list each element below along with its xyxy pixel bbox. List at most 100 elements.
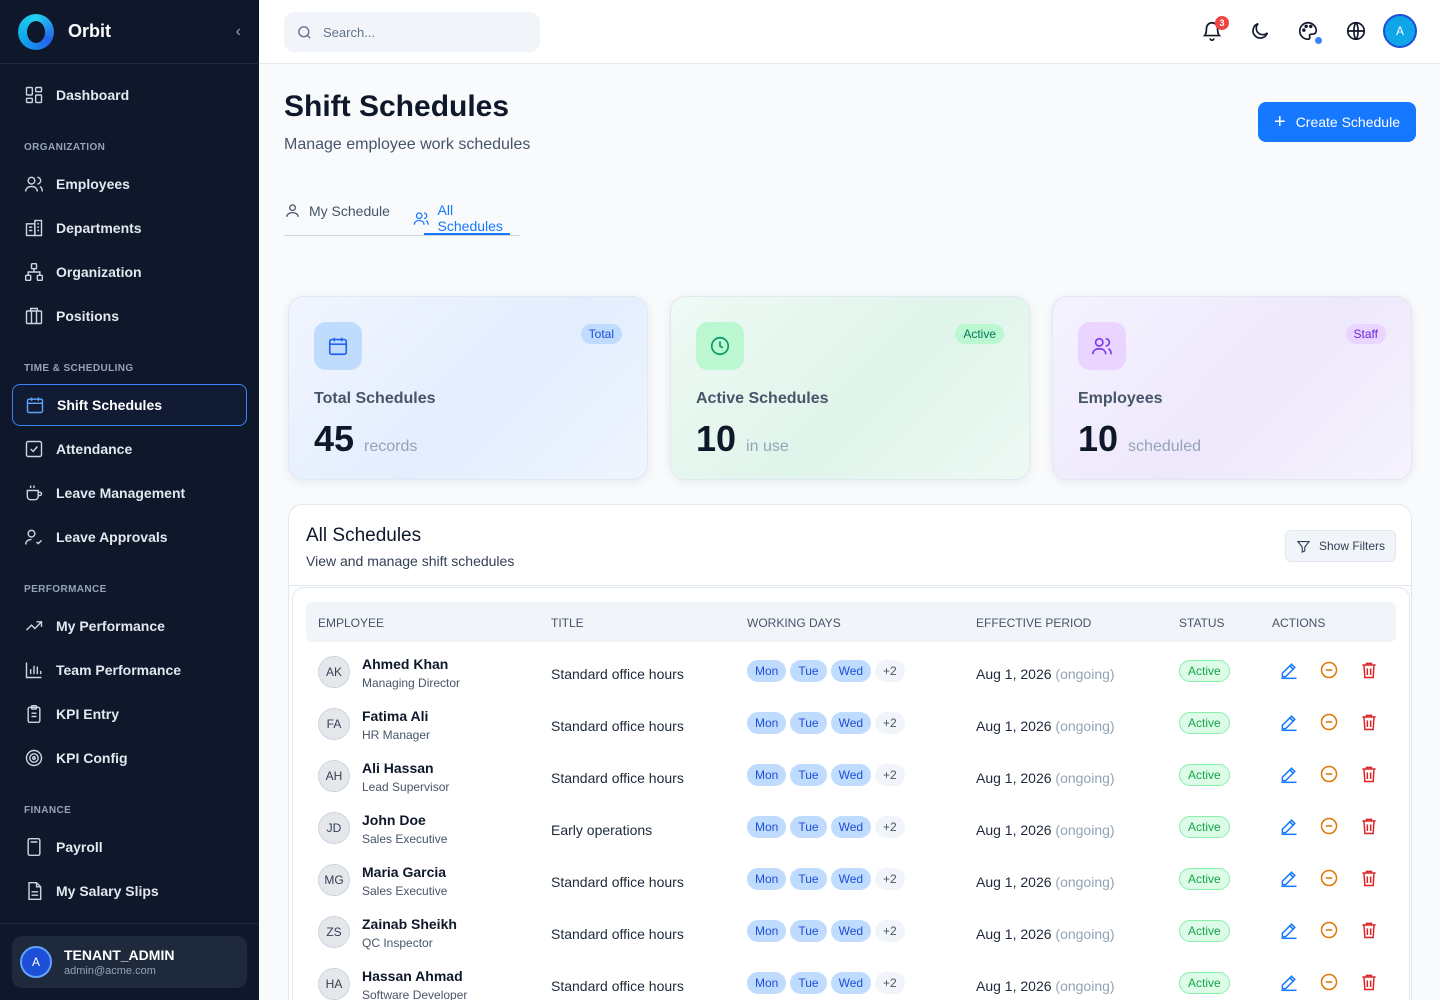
table-row: AH Ali Hassan Lead Supervisor Standard offi… [306,752,1396,804]
sidebar-item-my-performance[interactable]: My Performance [12,605,247,647]
employee-role: Software Developer [362,988,468,1000]
status-badge: Active [1179,712,1230,734]
period-note: (ongoing) [1055,874,1115,890]
tab-all-schedules[interactable]: All Schedules [413,202,520,234]
sidebar-item-payroll[interactable]: Payroll [12,826,247,868]
deactivate-icon[interactable] [1319,920,1339,940]
edit-icon[interactable] [1279,764,1299,784]
edit-icon[interactable] [1279,972,1299,992]
notifications-button[interactable]: 3 [1201,16,1229,44]
theme-toggle-button[interactable] [1249,20,1273,44]
sidebar-item-attendance[interactable]: Attendance [12,428,247,470]
stat-number: 45 [314,418,355,459]
deactivate-icon[interactable] [1319,764,1339,784]
edit-icon[interactable] [1279,920,1299,940]
delete-icon[interactable] [1359,920,1379,940]
column-header-title[interactable]: TITLE [551,616,584,630]
table-row: ZS Zainab Sheikh QC Inspector Standard offi… [306,908,1396,960]
user-avatar-button[interactable]: A [1383,14,1417,48]
bar-chart-icon [25,662,42,679]
brand: Orbit ‹ [0,0,259,64]
tab-label: My Schedule [309,202,390,219]
create-schedule-button[interactable]: + Create Schedule [1258,102,1416,142]
table-subtitle: View and manage shift schedules [306,553,515,569]
deactivate-icon[interactable] [1319,660,1339,680]
column-header-actions: ACTIONS [1272,616,1326,630]
building-icon [25,219,43,237]
sidebar-item-label: KPI Entry [56,706,120,722]
user-card[interactable]: A TENANT_ADMIN admin@acme.com [12,936,247,988]
search-input[interactable] [323,24,523,40]
period-note: (ongoing) [1055,666,1115,682]
sidebar-item-shift-schedules[interactable]: Shift Schedules [12,384,247,426]
sidebar-item-employees[interactable]: Employees [12,163,247,205]
more-days-chip[interactable]: +2 [875,764,905,786]
show-filters-button[interactable]: Show Filters [1285,530,1396,562]
stat-number: 10 [1078,418,1119,459]
sidebar-item-dashboard[interactable]: Dashboard [12,74,247,116]
orbit-logo-icon [18,13,54,50]
section-title-organization: ORGANIZATION [24,142,106,153]
schedule-title: Early operations [551,822,653,838]
column-header-effective-period[interactable]: EFFECTIVE PERIOD [976,616,1091,630]
status-badge: Total [580,324,622,344]
stat-unit: records [364,438,418,455]
sidebar-item-departments[interactable]: Departments [12,207,247,249]
employee-role: QC Inspector [362,936,433,950]
column-header-status[interactable]: STATUS [1179,616,1225,630]
trending-up-icon [25,621,43,631]
collapse-chevron-icon[interactable]: ‹ [236,23,241,41]
more-days-chip[interactable]: +2 [875,816,905,838]
delete-icon[interactable] [1359,712,1379,732]
deactivate-icon[interactable] [1319,972,1339,992]
deactivate-icon[interactable] [1319,712,1339,732]
edit-icon[interactable] [1279,712,1299,732]
sidebar-item-kpi-config[interactable]: KPI Config [12,737,247,779]
more-days-chip[interactable]: +2 [875,868,905,890]
status-badge: Staff [1345,324,1386,344]
stat-card-employees: Staff Employees 10 scheduled [1052,296,1412,480]
edit-icon[interactable] [1279,816,1299,836]
sidebar-item-my-salary-slips[interactable]: My Salary Slips [12,870,247,912]
delete-icon[interactable] [1359,868,1379,888]
edit-icon[interactable] [1279,660,1299,680]
table-row: MG Maria Garcia Sales Executive Standard of… [306,856,1396,908]
calendar-icon [26,397,44,414]
column-header-working-days[interactable]: WORKING DAYS [747,616,841,630]
delete-icon[interactable] [1359,816,1379,836]
sidebar-item-positions[interactable]: Positions [12,295,247,337]
effective-period: Aug 1, 2026 (ongoing) [976,770,1115,786]
avatar: FA [318,708,350,740]
palette-button[interactable] [1297,20,1322,44]
sidebar-item-kpi-entry[interactable]: KPI Entry [12,693,247,735]
more-days-chip[interactable]: +2 [875,660,905,682]
schedule-title: Standard office hours [551,926,684,942]
target-icon [25,749,43,767]
user-email: admin@acme.com [64,965,156,977]
create-schedule-label: Create Schedule [1295,114,1400,130]
employee-name: Ahmed Khan [362,656,449,672]
employee-name: Fatima Ali [362,708,429,724]
more-days-chip[interactable]: +2 [875,920,905,942]
sidebar-item-leave-management[interactable]: Leave Management [12,472,247,514]
page-subtitle: Manage employee work schedules [284,136,531,153]
delete-icon[interactable] [1359,660,1379,680]
language-button[interactable] [1345,20,1369,44]
delete-icon[interactable] [1359,972,1379,992]
sidebar-item-label: Departments [56,220,142,236]
effective-period: Aug 1, 2026 (ongoing) [976,926,1115,942]
more-days-chip[interactable]: +2 [875,972,905,994]
edit-icon[interactable] [1279,868,1299,888]
deactivate-icon[interactable] [1319,868,1339,888]
sidebar-item-leave-approvals[interactable]: Leave Approvals [12,516,247,558]
sidebar-item-team-performance[interactable]: Team Performance [12,649,247,691]
more-days-chip[interactable]: +2 [875,712,905,734]
delete-icon[interactable] [1359,764,1379,784]
sidebar-item-organization[interactable]: Organization [12,251,247,293]
status-badge: Active [1179,764,1230,786]
stat-card-total-schedules: Total Total Schedules 45 records [288,296,648,480]
deactivate-icon[interactable] [1319,816,1339,836]
working-day-chip: Wed [830,712,872,734]
column-header-employee[interactable]: EMPLOYEE [318,616,384,630]
tab-my-schedule[interactable]: My Schedule [284,202,390,219]
